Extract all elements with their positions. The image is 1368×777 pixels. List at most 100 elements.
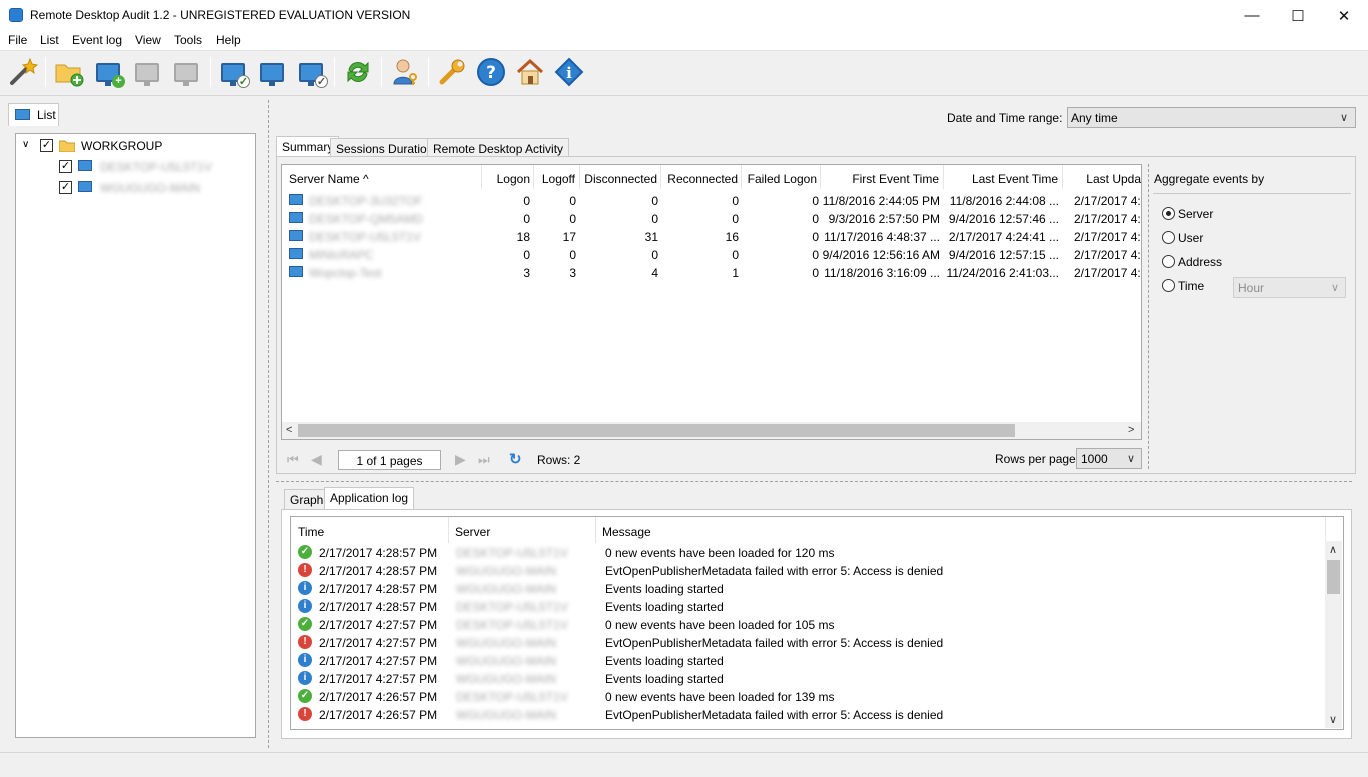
radio-user-label[interactable]: User <box>1178 231 1203 245</box>
log-server: WGUGUGO-MAIN <box>456 582 556 596</box>
minimize-button[interactable]: — <box>1229 0 1275 31</box>
row-logoff: 0 <box>569 194 576 208</box>
workgroup-checkbox[interactable]: ✓ <box>40 139 53 152</box>
tree-root-label[interactable]: WORKGROUP <box>81 139 162 153</box>
computers-icon <box>260 62 284 86</box>
column-header-failed-logon[interactable]: Failed Logon <box>742 165 821 189</box>
refresh-button[interactable] <box>341 55 375 89</box>
list-item[interactable]: ! 2/17/2017 4:26:57 PM WGUGUGO-MAIN EvtO… <box>291 706 1327 724</box>
list-item[interactable]: ✓ 2/17/2017 4:27:57 PM DESKTOP-U5L5T1V 0… <box>291 616 1327 634</box>
menu-list[interactable]: List <box>40 33 59 47</box>
list-item[interactable]: ✓ 2/17/2017 4:26:57 PM DESKTOP-U5L5T1V 0… <box>291 688 1327 706</box>
column-header-last-event-time[interactable]: Last Event Time <box>944 165 1063 189</box>
column-header-time[interactable]: Time <box>291 517 449 543</box>
computer-icon <box>78 181 92 192</box>
log-message: EvtOpenPublisherMetadata failed with err… <box>605 564 944 578</box>
radio-time-label[interactable]: Time <box>1178 279 1204 293</box>
list-item[interactable]: ! 2/17/2017 4:27:57 PM WGUGUGO-MAIN EvtO… <box>291 634 1327 652</box>
select-computers-button[interactable]: ✓ <box>294 55 328 89</box>
rows-per-page-select[interactable]: 1000 ∨ <box>1076 448 1142 469</box>
computers-button[interactable] <box>255 55 289 89</box>
list-item[interactable]: i 2/17/2017 4:28:57 PM DESKTOP-U5L5T1V E… <box>291 598 1327 616</box>
tree-expand-chevron-icon[interactable]: ∨ <box>22 139 29 150</box>
next-page-icon[interactable]: ▶ <box>455 451 466 468</box>
row-last-event: 11/24/2016 2:41:03... <box>946 266 1059 280</box>
user-key-button[interactable] <box>389 55 423 89</box>
vertical-splitter[interactable] <box>268 100 269 748</box>
page-indicator[interactable]: 1 of 1 pages <box>338 450 441 470</box>
horizontal-scrollbar-thumb[interactable] <box>298 424 1015 437</box>
list-item[interactable]: ✓ 2/17/2017 4:28:57 PM DESKTOP-U5L5T1V 0… <box>291 544 1327 562</box>
row-logon: 3 <box>523 266 530 280</box>
row-server: Wopclop-Test <box>309 266 382 280</box>
menu-help[interactable]: Help <box>216 33 241 47</box>
column-header-reconnected[interactable]: Reconnected <box>661 165 742 189</box>
previous-page-icon[interactable]: ◀ <box>311 451 322 468</box>
list-item[interactable]: i 2/17/2017 4:27:57 PM WGUGUGO-MAIN Even… <box>291 652 1327 670</box>
row-logoff: 3 <box>569 266 576 280</box>
menu-file[interactable]: File <box>8 33 27 47</box>
menu-view[interactable]: View <box>135 33 161 47</box>
add-folder-icon <box>55 64 84 87</box>
tree-child-label-2[interactable]: WGUGUGO-MAIN <box>100 181 200 195</box>
help-button[interactable]: ? <box>474 55 508 89</box>
column-header-logon[interactable]: Logon <box>482 165 534 189</box>
settings-button[interactable] <box>435 55 469 89</box>
check-computer-button[interactable]: ✓ <box>216 55 250 89</box>
list-item[interactable]: i 2/17/2017 4:27:57 PM WGUGUGO-MAIN Even… <box>291 670 1327 688</box>
add-computer-button[interactable]: + <box>91 55 125 89</box>
date-range-select[interactable]: Any time ∨ <box>1067 107 1356 128</box>
table-row[interactable]: MINIcRAPC 0 0 0 0 0 9/4/2016 12:56:16 AM… <box>282 246 1141 264</box>
column-header-disconnected[interactable]: Disconnected <box>580 165 661 189</box>
tab-sessions-duration[interactable]: Sessions Duration <box>330 138 440 158</box>
column-header-first-event-time[interactable]: First Event Time <box>821 165 944 189</box>
maximize-button[interactable]: ☐ <box>1275 0 1321 31</box>
list-item[interactable]: ! 2/17/2017 4:28:57 PM WGUGUGO-MAIN EvtO… <box>291 562 1327 580</box>
about-button[interactable]: i <box>552 55 586 89</box>
column-header-message[interactable]: Message <box>596 517 1326 543</box>
tab-application-log[interactable]: Application log <box>324 487 415 509</box>
tab-graph[interactable]: Graph <box>284 489 330 509</box>
radio-server[interactable] <box>1162 207 1175 220</box>
radio-server-label[interactable]: Server <box>1178 207 1213 221</box>
table-row[interactable]: Wopclop-Test 3 3 4 1 0 11/18/2016 3:16:0… <box>282 264 1141 282</box>
menu-tools[interactable]: Tools <box>174 33 202 47</box>
first-page-icon[interactable]: ⏮ <box>287 452 299 468</box>
tree-child-checkbox-1[interactable]: ✓ <box>59 160 72 173</box>
row-reconnected: 0 <box>732 194 739 208</box>
table-row[interactable]: DESKTOP-U5L5T1V 18 17 31 16 0 11/17/2016… <box>282 228 1141 246</box>
row-failed-logon: 0 <box>812 248 819 262</box>
row-first-event: 11/18/2016 3:16:09 ... <box>824 266 940 280</box>
home-button[interactable] <box>513 55 547 89</box>
last-page-icon[interactable]: ⏭ <box>478 452 490 468</box>
scroll-down-icon[interactable]: ∨ <box>1329 713 1337 726</box>
refresh-icon[interactable]: ↻ <box>509 450 522 468</box>
column-header-server-name[interactable]: Server Name ^ <box>282 165 482 189</box>
horizontal-splitter[interactable] <box>276 481 1352 482</box>
tree-child-checkbox-2[interactable]: ✓ <box>59 181 72 194</box>
add-folder-button[interactable] <box>52 55 86 89</box>
wizard-button[interactable] <box>6 55 40 89</box>
table-row[interactable]: DESKTOP-3U32TOF 0 0 0 0 0 11/8/2016 2:44… <box>282 192 1141 210</box>
list-tab[interactable]: List <box>8 103 59 126</box>
radio-user[interactable] <box>1162 231 1175 244</box>
scroll-right-icon[interactable]: > <box>1128 424 1134 436</box>
column-header-last-updated[interactable]: Last Upda <box>1063 165 1141 189</box>
list-item[interactable]: i 2/17/2017 4:28:57 PM WGUGUGO-MAIN Even… <box>291 580 1327 598</box>
radio-address[interactable] <box>1162 255 1175 268</box>
tab-remote-desktop-activity[interactable]: Remote Desktop Activity <box>427 138 570 158</box>
computer-icon <box>289 266 303 277</box>
column-header-logoff[interactable]: Logoff <box>534 165 580 189</box>
home-icon <box>516 58 544 85</box>
scroll-up-icon[interactable]: ∧ <box>1329 543 1337 556</box>
table-row[interactable]: DESKTOP-QM5AMD 0 0 0 0 0 9/3/2016 2:57:5… <box>282 210 1141 228</box>
vertical-scrollbar-thumb[interactable] <box>1327 560 1340 594</box>
close-button[interactable]: ✕ <box>1321 0 1367 31</box>
menu-event-log[interactable]: Event log <box>72 33 122 47</box>
column-header-server[interactable]: Server <box>449 517 596 543</box>
tree-child-label-1[interactable]: DESKTOP-U5L5T1V <box>100 160 212 174</box>
radio-time[interactable] <box>1162 279 1175 292</box>
radio-address-label[interactable]: Address <box>1178 255 1222 269</box>
scroll-left-icon[interactable]: < <box>286 424 292 436</box>
log-message: Events loading started <box>605 654 724 668</box>
